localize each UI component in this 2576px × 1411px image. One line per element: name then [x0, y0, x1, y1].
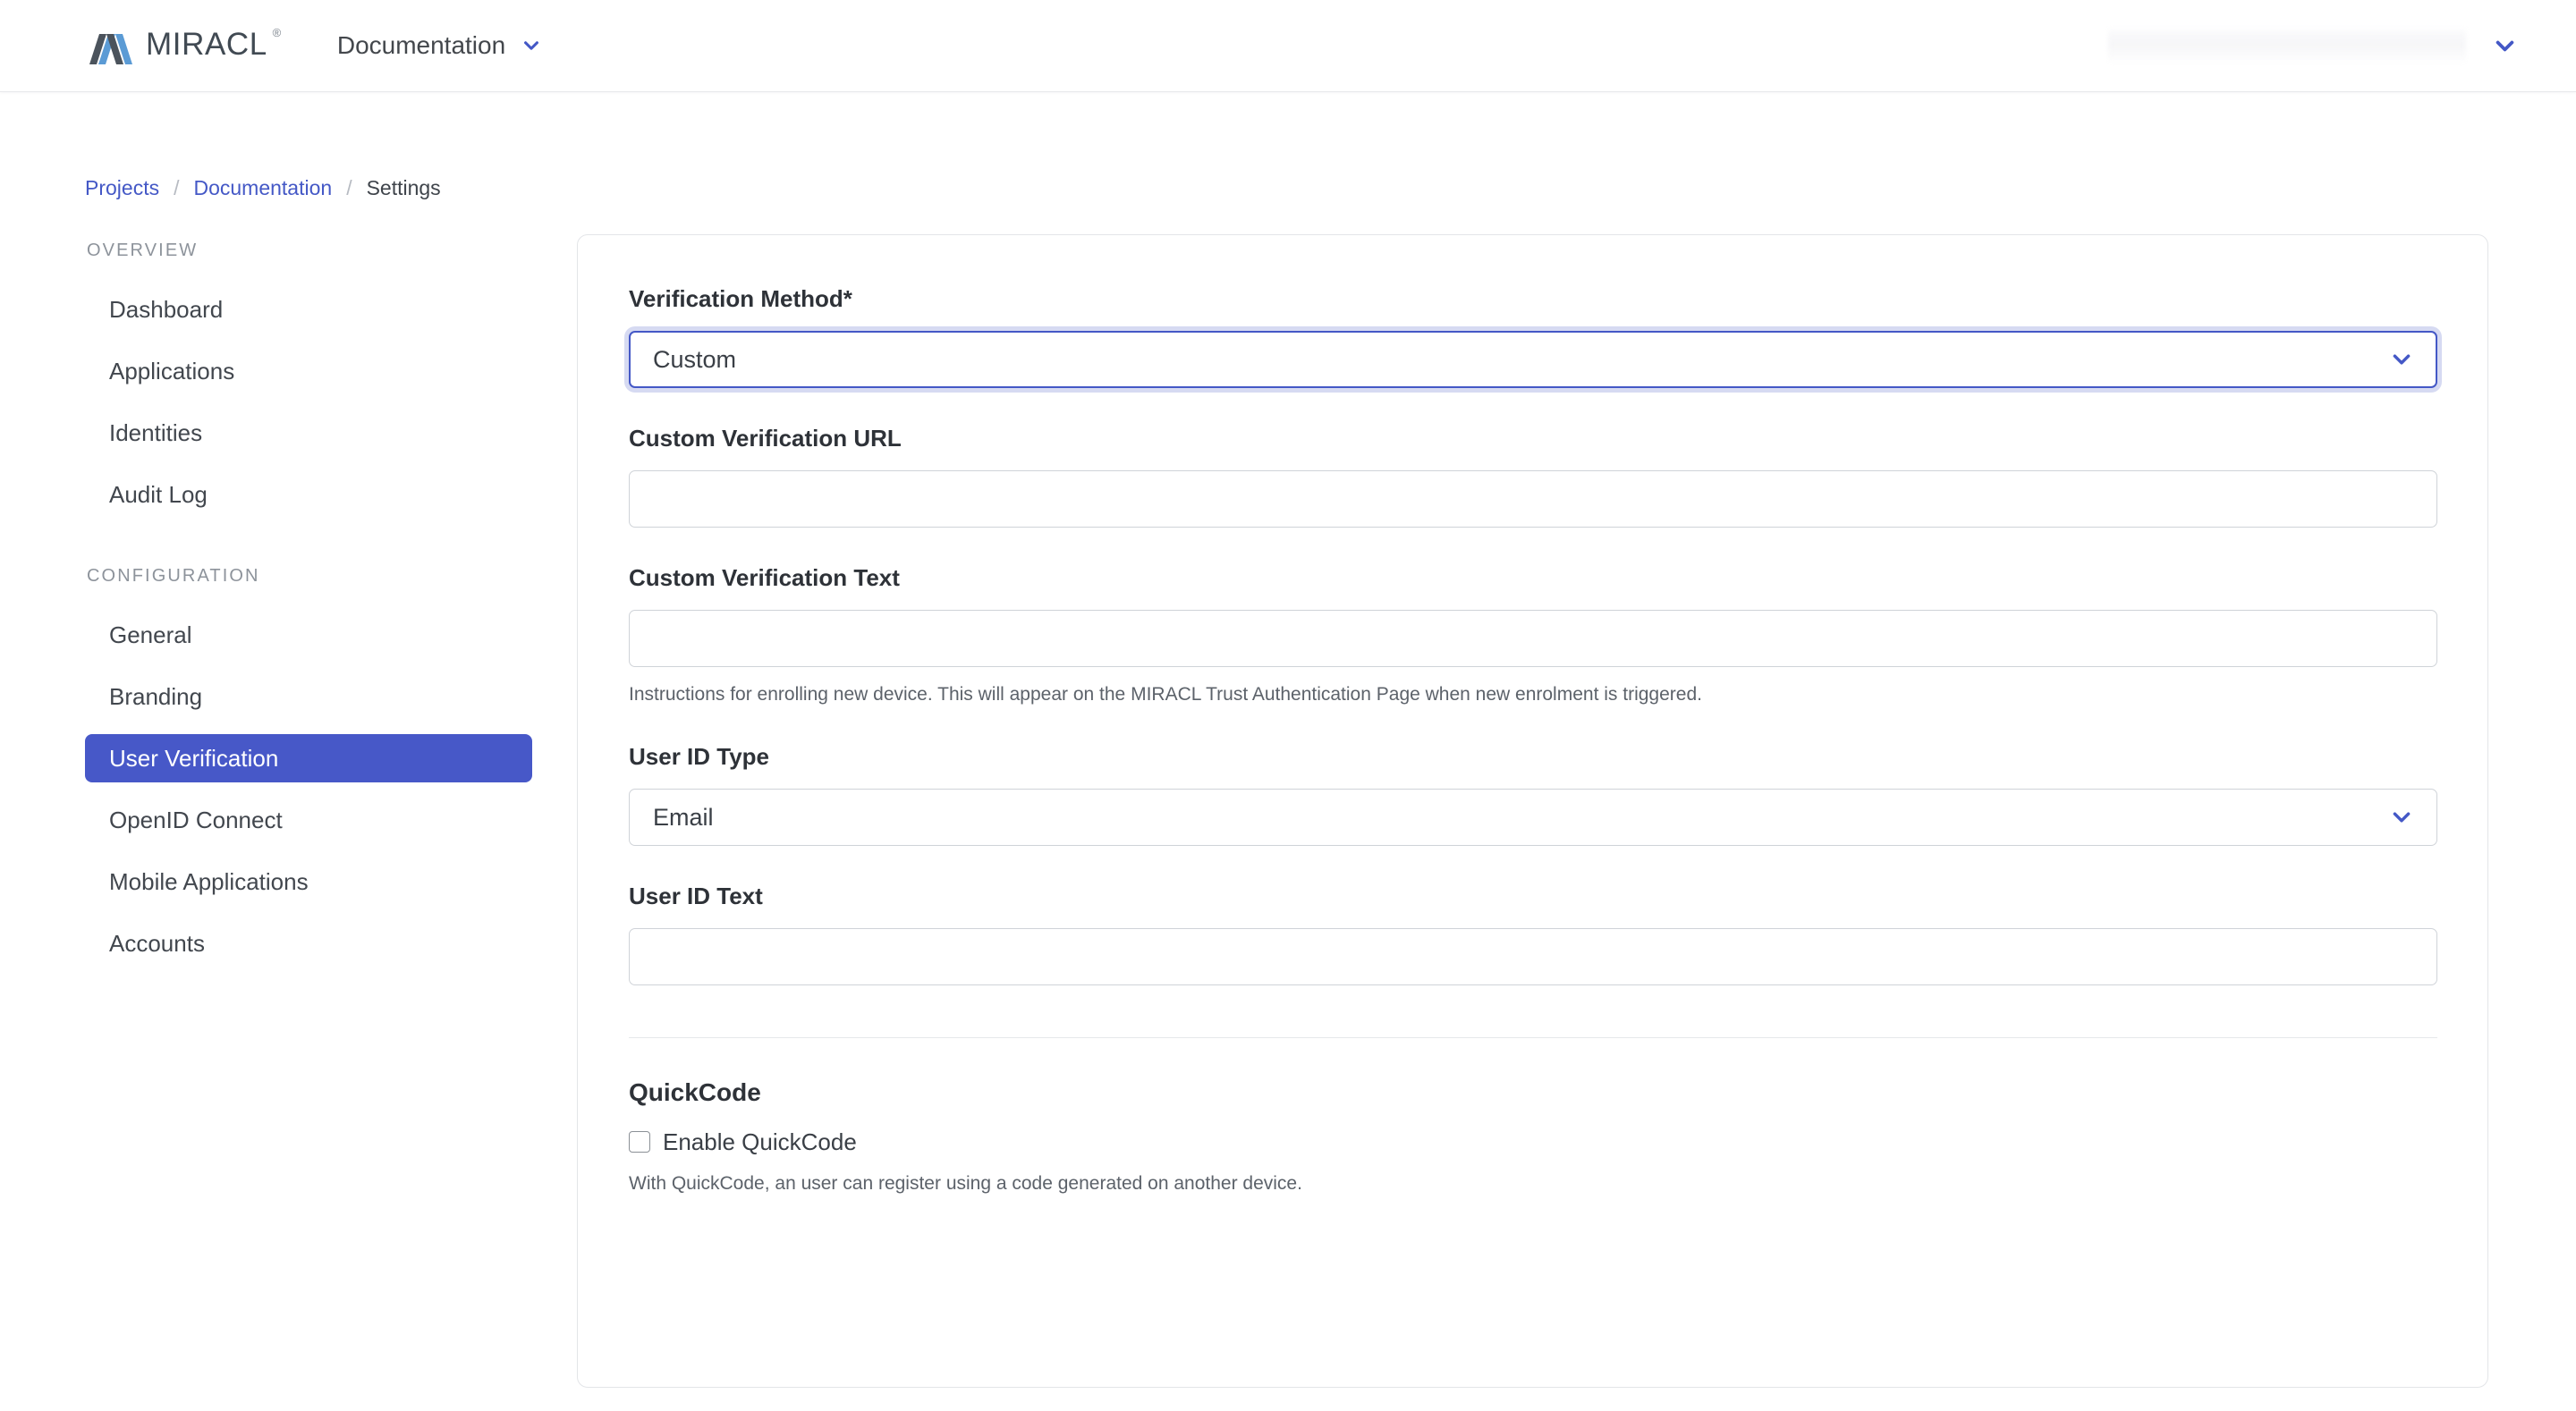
page-body: Projects / Documentation / Settings OVER…: [0, 92, 2576, 1388]
brand-wordmark: MIRACL ®: [146, 26, 282, 63]
field-custom-verification-text: Custom Verification Text Instructions fo…: [629, 563, 2437, 706]
quickcode-section-title: QuickCode: [629, 1078, 761, 1106]
sidebar-item-general[interactable]: General: [85, 611, 537, 659]
field-custom-verification-url: Custom Verification URL: [629, 424, 2437, 528]
chevron-down-icon: [2493, 34, 2517, 58]
field-user-id-type: User ID Type Email: [629, 742, 2437, 846]
custom-verification-url-input[interactable]: [629, 470, 2437, 528]
chevron-down-icon: [521, 36, 541, 55]
enable-quickcode-checkbox[interactable]: [629, 1131, 650, 1153]
verification-method-select[interactable]: Custom: [629, 331, 2437, 388]
sidebar-item-branding[interactable]: Branding: [85, 672, 537, 721]
top-navigation-bar: MIRACL ® Documentation: [0, 0, 2576, 92]
sidebar-item-applications[interactable]: Applications: [85, 347, 537, 395]
user-id-text-input[interactable]: [629, 928, 2437, 985]
sidebar-item-accounts[interactable]: Accounts: [85, 919, 537, 967]
registered-trademark-symbol: ®: [272, 25, 282, 39]
sidebar-group-title-overview: OVERVIEW: [87, 241, 199, 260]
project-selector[interactable]: Documentation: [334, 25, 545, 66]
user-verification-settings-card: Verification Method* Custom Custom Verif…: [577, 234, 2488, 1388]
custom-verification-url-label: Custom Verification URL: [629, 425, 902, 452]
account-menu[interactable]: [2108, 27, 2517, 64]
breadcrumb: Projects / Documentation / Settings: [0, 92, 2517, 200]
enable-quickcode-label: Enable QuickCode: [663, 1128, 857, 1155]
section-quickcode: QuickCode Enable QuickCode With QuickCod…: [629, 1077, 2436, 1196]
custom-verification-text-input[interactable]: [629, 610, 2437, 667]
user-id-text-label: User ID Text: [629, 883, 763, 909]
section-divider: [629, 1037, 2437, 1038]
sidebar-item-mobile-applications[interactable]: Mobile Applications: [85, 858, 537, 906]
breadcrumb-item-projects[interactable]: Projects: [85, 175, 159, 200]
verification-method-value: Custom: [653, 345, 737, 373]
user-id-type-select[interactable]: Email: [629, 789, 2437, 846]
sidebar-group-configuration: CONFIGURATION General Branding User Veri…: [85, 566, 537, 967]
enable-quickcode-checkbox-row[interactable]: Enable QuickCode: [629, 1128, 2436, 1156]
custom-verification-text-help: Instructions for enrolling new device. T…: [629, 684, 1702, 705]
sidebar-item-dashboard[interactable]: Dashboard: [85, 285, 537, 334]
project-selector-label: Documentation: [336, 31, 506, 59]
breadcrumb-separator: /: [174, 176, 180, 199]
sidebar-item-identities[interactable]: Identities: [85, 409, 537, 457]
user-id-type-label: User ID Type: [629, 743, 770, 770]
content-layout: OVERVIEW Dashboard Applications Identiti…: [0, 234, 2517, 1388]
user-id-type-value: Email: [653, 803, 714, 831]
breadcrumb-item-documentation[interactable]: Documentation: [193, 175, 332, 200]
account-email-redacted: [2108, 27, 2466, 64]
breadcrumb-item-settings: Settings: [366, 176, 441, 199]
chevron-down-icon: [2390, 348, 2413, 371]
custom-verification-text-label: Custom Verification Text: [629, 564, 900, 591]
miracl-m-logo-icon: [89, 29, 134, 64]
sidebar-group-title-configuration: CONFIGURATION: [87, 566, 260, 586]
chevron-down-icon: [2390, 806, 2413, 829]
brand-wordmark-text: MIRACL: [146, 26, 267, 62]
sidebar-group-overview: OVERVIEW Dashboard Applications Identiti…: [85, 241, 537, 519]
sidebar-item-openid-connect[interactable]: OpenID Connect: [85, 796, 537, 844]
quickcode-help: With QuickCode, an user can register usi…: [629, 1173, 1302, 1194]
field-verification-method: Verification Method* Custom: [629, 284, 2437, 388]
sidebar-item-user-verification[interactable]: User Verification: [85, 734, 532, 782]
field-user-id-text: User ID Text: [629, 882, 2437, 985]
breadcrumb-separator: /: [346, 176, 352, 199]
sidebar-item-audit-log[interactable]: Audit Log: [85, 470, 537, 519]
verification-method-label: Verification Method*: [629, 285, 852, 312]
settings-sidebar: OVERVIEW Dashboard Applications Identiti…: [85, 234, 537, 967]
miracl-brand-logo[interactable]: MIRACL ®: [89, 26, 282, 66]
